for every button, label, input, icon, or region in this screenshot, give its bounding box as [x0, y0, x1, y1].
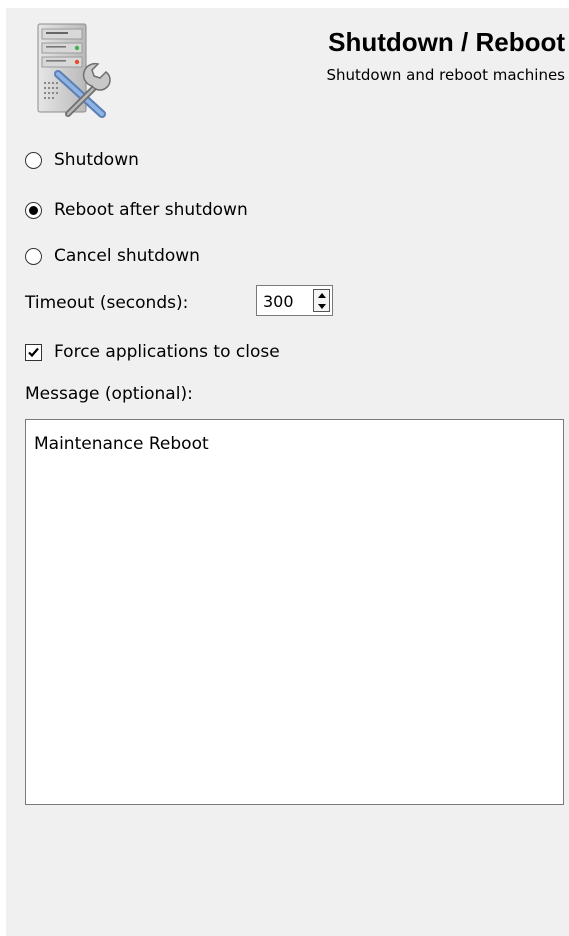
reboot-option[interactable]: Reboot after shutdown [25, 198, 248, 222]
cancel-shutdown-label: Cancel shutdown [54, 246, 200, 266]
spin-down-icon[interactable] [314, 301, 329, 311]
force-close-checkbox[interactable] [25, 344, 42, 361]
reboot-radio[interactable] [25, 201, 42, 219]
shutdown-option[interactable]: Shutdown [25, 148, 139, 172]
message-label: Message (optional): [25, 384, 193, 404]
message-field[interactable]: Maintenance Reboot [25, 419, 564, 805]
shutdown-radio[interactable] [25, 151, 42, 169]
reboot-label: Reboot after shutdown [54, 200, 248, 220]
page-subtitle: Shutdown and reboot machines [326, 66, 565, 84]
force-close-label: Force applications to close [54, 342, 280, 362]
checkmark-icon [28, 347, 39, 358]
page-title: Shutdown / Reboot [328, 27, 565, 57]
server-tools-icon [28, 22, 124, 122]
timeout-spin-buttons[interactable] [313, 289, 330, 312]
cancel-shutdown-option[interactable]: Cancel shutdown [25, 244, 200, 268]
spin-up-icon[interactable] [314, 290, 329, 300]
timeout-value[interactable]: 300 [263, 292, 294, 311]
timeout-stepper[interactable]: 300 [256, 285, 333, 316]
cancel-shutdown-radio[interactable] [25, 247, 42, 265]
message-text: Maintenance Reboot [34, 434, 209, 454]
shutdown-label: Shutdown [54, 150, 139, 170]
timeout-label: Timeout (seconds): [25, 293, 189, 313]
